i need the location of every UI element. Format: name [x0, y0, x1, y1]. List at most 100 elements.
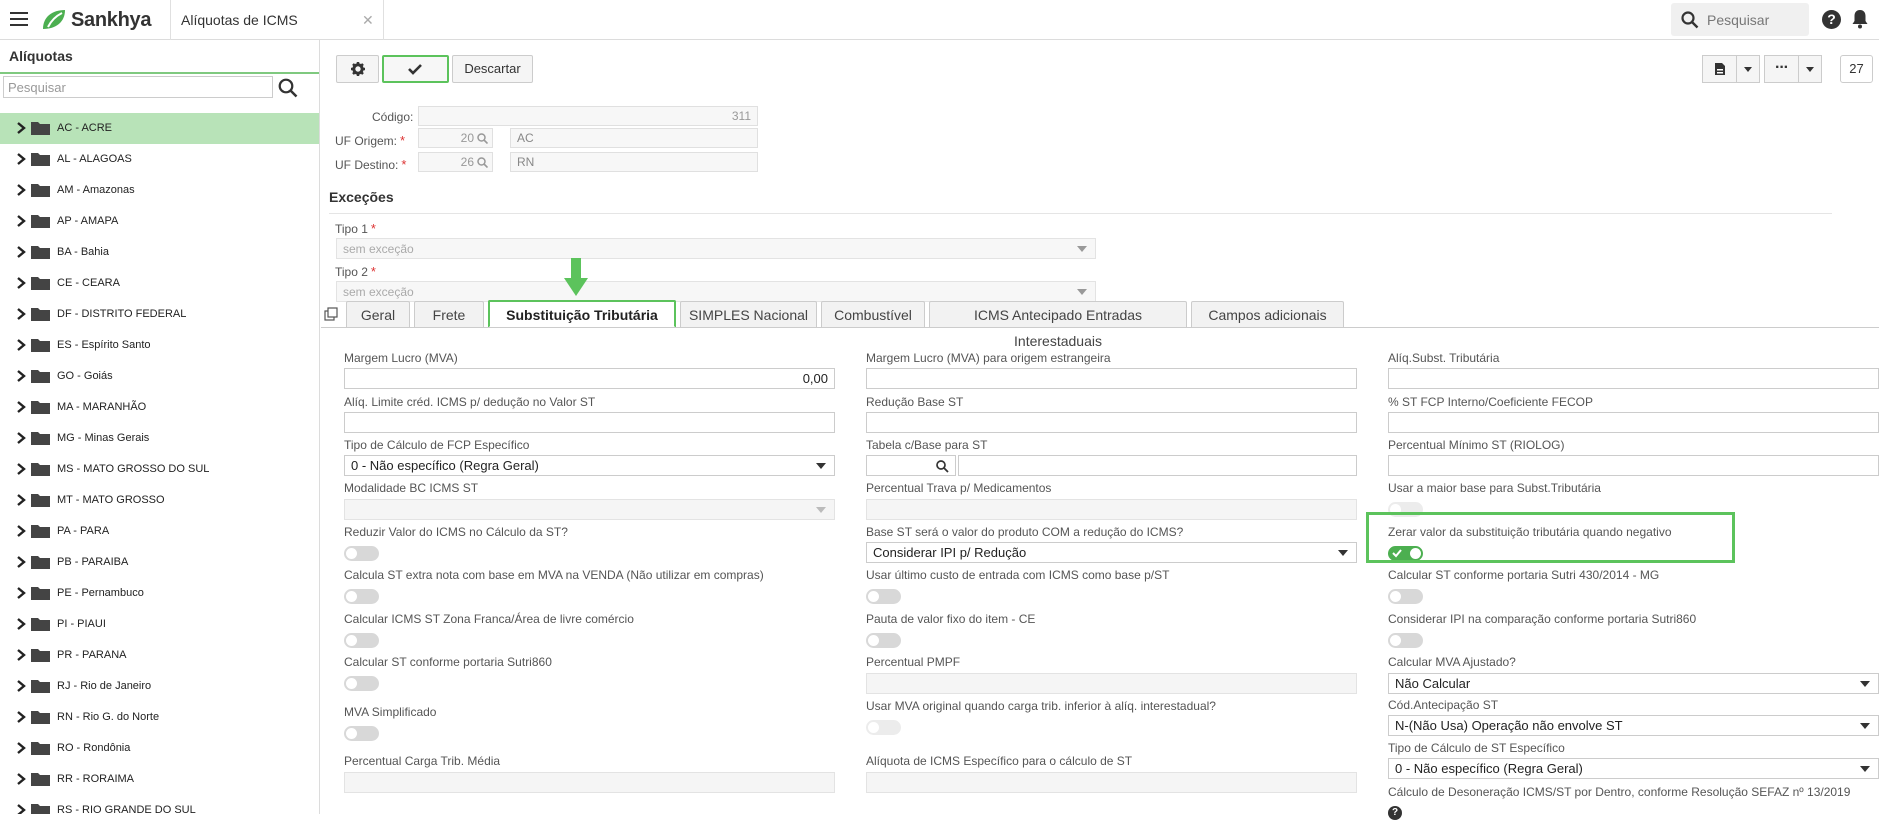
help-icon[interactable]: ? [1388, 806, 1402, 820]
usar-ultimo-toggle[interactable] [866, 589, 901, 604]
chevron-right-icon[interactable] [16, 153, 26, 165]
close-tab-icon[interactable]: ✕ [362, 12, 374, 29]
tree-node[interactable]: MG - Minas Gerais [0, 423, 319, 454]
chevron-right-icon[interactable] [16, 277, 26, 289]
copy-icon[interactable] [324, 307, 338, 321]
chevron-right-icon[interactable] [16, 649, 26, 661]
tipo-calc-fcp-select[interactable]: 0 - Não específico (Regra Geral) [344, 455, 835, 476]
tab-geral[interactable]: Geral [346, 301, 410, 327]
tipo-calc-st-select[interactable]: 0 - Não específico (Regra Geral) [1388, 758, 1879, 779]
tree-node[interactable]: RO - Rondônia [0, 733, 319, 764]
chevron-right-icon[interactable] [16, 463, 26, 475]
uf-origem-code-field[interactable]: 20 [418, 128, 493, 148]
perc-trava-input[interactable] [866, 499, 1357, 520]
chevron-right-icon[interactable] [16, 556, 26, 568]
tree-node[interactable]: PE - Pernambuco [0, 578, 319, 609]
tree-node[interactable]: GO - Goiás [0, 361, 319, 392]
lookup-icon[interactable] [477, 133, 488, 144]
uf-destino-code-field[interactable]: 26 [418, 152, 493, 172]
aliq-subst-input[interactable] [1388, 368, 1879, 389]
chevron-right-icon[interactable] [16, 246, 26, 258]
codigo-field[interactable]: 311 [418, 106, 758, 126]
bell-icon[interactable] [1851, 9, 1869, 29]
page-tab-title[interactable]: Alíquotas de ICMS [181, 12, 298, 28]
pauta-toggle[interactable] [866, 633, 901, 648]
report-button[interactable] [1702, 55, 1737, 83]
sutri430-toggle[interactable] [1388, 589, 1423, 604]
chevron-right-icon[interactable] [16, 773, 26, 785]
chevron-right-icon[interactable] [16, 618, 26, 630]
tipo2-select[interactable]: sem exceção [336, 281, 1096, 302]
tab-campos-adicionais[interactable]: Campos adicionais [1191, 301, 1344, 327]
search-icon[interactable] [278, 78, 298, 98]
tab-frete[interactable]: Frete [414, 301, 484, 327]
tree-node[interactable]: PR - PARANA [0, 640, 319, 671]
chevron-right-icon[interactable] [16, 525, 26, 537]
chevron-right-icon[interactable] [16, 432, 26, 444]
margem-estrangeira-input[interactable] [866, 368, 1357, 389]
base-st-select[interactable]: Considerar IPI p/ Redução [866, 542, 1357, 563]
help-icon[interactable]: ? [1822, 10, 1841, 29]
tree-node[interactable]: AC - ACRE [0, 113, 319, 144]
considerar-ipi-toggle[interactable] [1388, 633, 1423, 648]
tab-substituicao-tributaria[interactable]: Substituição Tributária [488, 300, 676, 328]
tree-node[interactable]: AL - ALAGOAS [0, 144, 319, 175]
chevron-right-icon[interactable] [16, 494, 26, 506]
cod-antecipacao-select[interactable]: N-(Não Usa) Operação não envolve ST [1388, 715, 1879, 736]
more-dropdown-button[interactable] [1798, 55, 1822, 83]
chevron-right-icon[interactable] [16, 122, 26, 134]
tree-node[interactable]: RR - RORAIMA [0, 764, 319, 795]
report-dropdown-button[interactable] [1736, 55, 1760, 83]
record-number[interactable]: 27 [1840, 55, 1873, 83]
chevron-right-icon[interactable] [16, 711, 26, 723]
tree-node[interactable]: RN - Rio G. do Norte [0, 702, 319, 733]
tree-node[interactable]: PI - PIAUI [0, 609, 319, 640]
tabela-base-name-input[interactable] [958, 455, 1357, 476]
pmpf-input[interactable] [866, 673, 1357, 694]
reduzir-toggle[interactable] [344, 546, 379, 561]
tree-node[interactable]: CE - CEARA [0, 268, 319, 299]
chevron-right-icon[interactable] [16, 587, 26, 599]
chevron-right-icon[interactable] [16, 184, 26, 196]
search-icon[interactable] [936, 460, 949, 473]
margem-lucro-input[interactable]: 0,00 [344, 368, 835, 389]
tree-node[interactable]: RS - RIO GRANDE DO SUL [0, 795, 319, 814]
perc-minimo-input[interactable] [1388, 455, 1879, 476]
chevron-right-icon[interactable] [16, 308, 26, 320]
chevron-right-icon[interactable] [16, 215, 26, 227]
tree-node[interactable]: MT - MATO GROSSO [0, 485, 319, 516]
tab-simples-nacional[interactable]: SIMPLES Nacional [680, 301, 817, 327]
modalidade-select[interactable] [344, 499, 835, 520]
save-button[interactable] [382, 55, 449, 83]
uf-destino-name-field[interactable]: RN [510, 152, 758, 172]
discard-button[interactable]: Descartar [452, 55, 533, 83]
aliq-especifico-input[interactable] [866, 772, 1357, 793]
sidebar-search-input[interactable] [3, 76, 273, 98]
more-options-button[interactable]: ··· [1764, 55, 1799, 83]
perc-carga-input[interactable] [344, 772, 835, 793]
tree-node[interactable]: AM - Amazonas [0, 175, 319, 206]
chevron-right-icon[interactable] [16, 742, 26, 754]
aliq-limite-input[interactable] [344, 412, 835, 433]
uf-origem-name-field[interactable]: AC [510, 128, 758, 148]
chevron-right-icon[interactable] [16, 401, 26, 413]
settings-button[interactable] [336, 55, 379, 83]
mva-simplificado-toggle[interactable] [344, 726, 379, 741]
tree-node[interactable]: PB - PARAIBA [0, 547, 319, 578]
tab-icms-antecipado[interactable]: ICMS Antecipado Entradas Interestaduais [929, 301, 1187, 349]
calc-zona-toggle[interactable] [344, 633, 379, 648]
tree-node[interactable]: RJ - Rio de Janeiro [0, 671, 319, 702]
chevron-right-icon[interactable] [16, 370, 26, 382]
global-search[interactable]: Pesquisar [1671, 3, 1809, 36]
chevron-right-icon[interactable] [16, 680, 26, 692]
chevron-right-icon[interactable] [16, 339, 26, 351]
tab-combustivel[interactable]: Combustível [821, 301, 925, 327]
tabela-base-code-input[interactable] [866, 455, 956, 476]
calc-sutri-toggle[interactable] [344, 676, 379, 691]
tree-node[interactable]: AP - AMAPA [0, 206, 319, 237]
tree-node[interactable]: MS - MATO GROSSO DO SUL [0, 454, 319, 485]
chevron-right-icon[interactable] [16, 804, 26, 814]
menu-icon[interactable] [10, 12, 28, 28]
usar-mva-original-toggle[interactable] [866, 720, 901, 735]
reducao-base-input[interactable] [866, 412, 1357, 433]
